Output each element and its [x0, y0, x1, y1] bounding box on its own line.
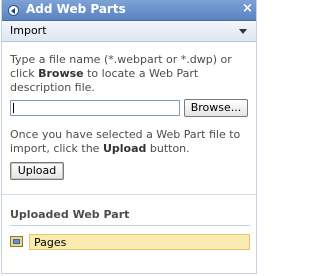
section-rule [10, 225, 250, 226]
mode-dropdown-value: Import [10, 24, 47, 37]
browse-button[interactable]: Browse... [184, 99, 248, 117]
instruction-text-2: button. [146, 142, 190, 155]
import-description: Type a file name (*.webpart or *.dwp) or… [10, 53, 252, 95]
file-path-input[interactable] [10, 100, 180, 116]
pane-title: Add Web Parts [26, 2, 126, 16]
uploaded-web-part-label: Pages [34, 236, 67, 249]
uploaded-web-part-box[interactable]: Pages [29, 234, 250, 250]
chevron-down-icon[interactable] [239, 29, 247, 34]
mode-dropdown[interactable]: Import [2, 21, 256, 42]
upload-button[interactable]: Upload [10, 162, 64, 180]
description-browse-bold: Browse [38, 67, 84, 80]
webpart-icon [10, 236, 23, 247]
uploaded-web-part-item[interactable]: Pages [10, 234, 250, 250]
pane-titlebar: Add Web Parts × [2, 0, 256, 21]
add-web-parts-pane: Add Web Parts × Import Type a file name … [1, 0, 257, 274]
close-icon[interactable]: × [242, 2, 253, 16]
instruction-upload-bold: Upload [102, 142, 147, 155]
uploaded-section-heading: Uploaded Web Part [10, 208, 130, 221]
section-divider [2, 194, 256, 195]
back-arrow-icon[interactable] [8, 5, 19, 16]
upload-instruction: Once you have selected a Web Part file t… [10, 128, 254, 156]
